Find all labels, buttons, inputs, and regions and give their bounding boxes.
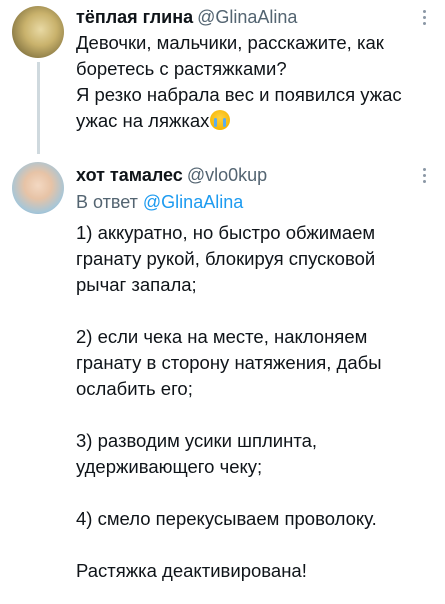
tweet-paragraph: 3) разводим усики шплинта, удерживающего… xyxy=(76,430,318,477)
reply-label: В ответ xyxy=(76,192,138,212)
tweet-header: хот тамалес @vlo0kup xyxy=(76,164,267,186)
more-options-icon[interactable] xyxy=(423,10,427,26)
tweet-paragraph: 1) аккуратно, но быстро обжимаем гранату… xyxy=(76,222,376,295)
reply-mention-link[interactable]: @GlinaAlina xyxy=(143,192,243,212)
tweet-text: 1) аккуратно, но быстро обжимаем гранату… xyxy=(76,220,426,584)
avatar[interactable] xyxy=(12,6,64,58)
crying-face-icon xyxy=(210,110,231,130)
thread-connector-line xyxy=(37,62,40,154)
tweet-paragraph: Растяжка деактивирована! xyxy=(76,560,307,581)
tweet-header: тёплая глина @GlinaAlina xyxy=(76,6,297,28)
display-name[interactable]: тёплая глина xyxy=(76,7,193,27)
tweet-text-line: Я резко набрала вес и появился ужас xyxy=(76,84,402,105)
tweet-text-line: ужас на ляжках xyxy=(76,110,210,131)
tweet-paragraph: 2) если чека на месте, наклоняем гранату… xyxy=(76,326,382,399)
user-handle[interactable]: @GlinaAlina xyxy=(197,7,297,27)
tweet-text: Девочки, мальчики, расскажите, как борет… xyxy=(76,30,426,134)
display-name[interactable]: хот тамалес xyxy=(76,165,183,185)
more-options-icon[interactable] xyxy=(423,168,427,184)
tweet-paragraph: 4) смело перекусываем проволоку. xyxy=(76,508,377,529)
tweet-text-line: Девочки, мальчики, расскажите, как xyxy=(76,32,384,53)
tweet-text-line: боретесь с растяжками? xyxy=(76,58,287,79)
replying-to: В ответ @GlinaAlina xyxy=(76,190,243,214)
avatar[interactable] xyxy=(12,162,64,214)
tweet-text-line-with-emoji: ужас на ляжках xyxy=(76,108,426,134)
user-handle[interactable]: @vlo0kup xyxy=(187,165,267,185)
